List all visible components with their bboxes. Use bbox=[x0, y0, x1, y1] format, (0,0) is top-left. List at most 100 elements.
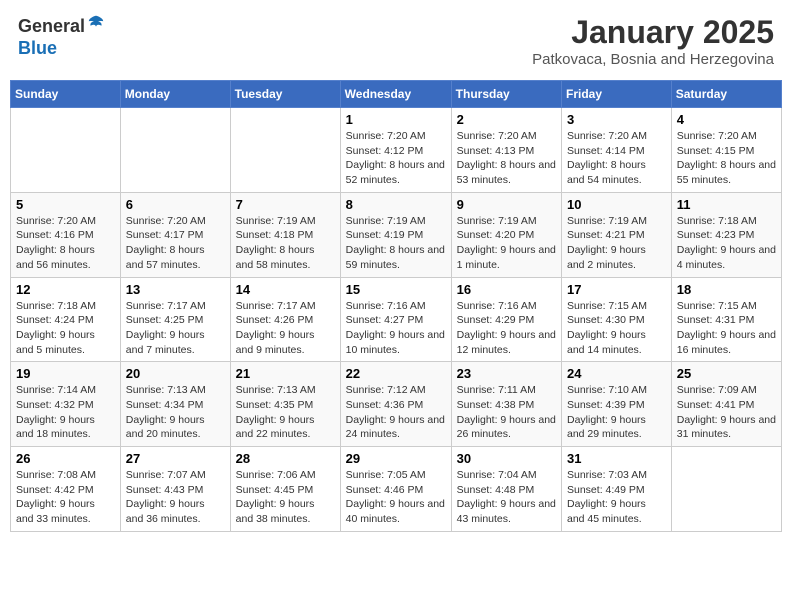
logo-bird-icon bbox=[87, 14, 105, 32]
day-info: Sunrise: 7:08 AM Sunset: 4:42 PM Dayligh… bbox=[16, 468, 115, 527]
calendar-cell bbox=[230, 108, 340, 193]
calendar-cell: 26 Sunrise: 7:08 AM Sunset: 4:42 PM Dayli… bbox=[11, 447, 121, 532]
day-info: Sunrise: 7:09 AM Sunset: 4:41 PM Dayligh… bbox=[677, 383, 776, 442]
day-info: Sunrise: 7:19 AM Sunset: 4:21 PM Dayligh… bbox=[567, 214, 666, 273]
day-info: Sunrise: 7:15 AM Sunset: 4:30 PM Dayligh… bbox=[567, 299, 666, 358]
day-number: 7 bbox=[236, 197, 335, 212]
calendar-week-3: 12 Sunrise: 7:18 AM Sunset: 4:24 PM Dayli… bbox=[11, 277, 782, 362]
day-number: 5 bbox=[16, 197, 115, 212]
day-info: Sunrise: 7:20 AM Sunset: 4:12 PM Dayligh… bbox=[346, 129, 446, 188]
calendar-cell: 28 Sunrise: 7:06 AM Sunset: 4:45 PM Dayli… bbox=[230, 447, 340, 532]
calendar-cell: 22Sunrise: 7:12 AM Sunset: 4:36 PM Dayli… bbox=[340, 362, 451, 447]
day-number: 8 bbox=[346, 197, 446, 212]
calendar-cell: 29 Sunrise: 7:05 AM Sunset: 4:46 PM Dayli… bbox=[340, 447, 451, 532]
day-number: 24 bbox=[567, 366, 666, 381]
day-number: 2 bbox=[457, 112, 556, 127]
day-info: Sunrise: 7:18 AM Sunset: 4:23 PM Dayligh… bbox=[677, 214, 776, 273]
day-info: Sunrise: 7:13 AM Sunset: 4:34 PM Dayligh… bbox=[126, 383, 225, 442]
calendar-week-1: 1 Sunrise: 7:20 AM Sunset: 4:12 PM Daylig… bbox=[11, 108, 782, 193]
day-info: Sunrise: 7:16 AM Sunset: 4:27 PM Dayligh… bbox=[346, 299, 446, 358]
day-header-monday: Monday bbox=[120, 81, 230, 108]
day-number: 11 bbox=[677, 197, 776, 212]
calendar-cell: 11 Sunrise: 7:18 AM Sunset: 4:23 PM Dayli… bbox=[671, 192, 781, 277]
day-number: 3 bbox=[567, 112, 666, 127]
day-info: Sunrise: 7:20 AM Sunset: 4:14 PM Dayligh… bbox=[567, 129, 666, 188]
calendar-cell: 9Sunrise: 7:19 AM Sunset: 4:20 PM Daylig… bbox=[451, 192, 561, 277]
calendar-cell: 1 Sunrise: 7:20 AM Sunset: 4:12 PM Daylig… bbox=[340, 108, 451, 193]
day-number: 18 bbox=[677, 282, 776, 297]
calendar-cell: 30Sunrise: 7:04 AM Sunset: 4:48 PM Dayli… bbox=[451, 447, 561, 532]
calendar-cell: 16Sunrise: 7:16 AM Sunset: 4:29 PM Dayli… bbox=[451, 277, 561, 362]
logo-blue: Blue bbox=[18, 38, 57, 58]
calendar-cell: 4Sunrise: 7:20 AM Sunset: 4:15 PM Daylig… bbox=[671, 108, 781, 193]
calendar-cell: 25Sunrise: 7:09 AM Sunset: 4:41 PM Dayli… bbox=[671, 362, 781, 447]
calendar-cell bbox=[120, 108, 230, 193]
calendar-cell: 27 Sunrise: 7:07 AM Sunset: 4:43 PM Dayli… bbox=[120, 447, 230, 532]
calendar-cell bbox=[11, 108, 121, 193]
day-number: 17 bbox=[567, 282, 666, 297]
calendar-cell: 31 Sunrise: 7:03 AM Sunset: 4:49 PM Dayli… bbox=[562, 447, 672, 532]
day-number: 31 bbox=[567, 451, 666, 466]
day-header-sunday: Sunday bbox=[11, 81, 121, 108]
day-info: Sunrise: 7:07 AM Sunset: 4:43 PM Dayligh… bbox=[126, 468, 225, 527]
day-info: Sunrise: 7:14 AM Sunset: 4:32 PM Dayligh… bbox=[16, 383, 115, 442]
calendar-table: SundayMondayTuesdayWednesdayThursdayFrid… bbox=[10, 80, 782, 532]
logo: General Blue bbox=[18, 14, 105, 59]
day-info: Sunrise: 7:19 AM Sunset: 4:19 PM Dayligh… bbox=[346, 214, 446, 273]
logo-text: General Blue bbox=[18, 14, 105, 59]
day-info: Sunrise: 7:18 AM Sunset: 4:24 PM Dayligh… bbox=[16, 299, 115, 358]
day-number: 19 bbox=[16, 366, 115, 381]
day-info: Sunrise: 7:10 AM Sunset: 4:39 PM Dayligh… bbox=[567, 383, 666, 442]
day-header-tuesday: Tuesday bbox=[230, 81, 340, 108]
calendar-cell: 6 Sunrise: 7:20 AM Sunset: 4:17 PM Daylig… bbox=[120, 192, 230, 277]
day-header-friday: Friday bbox=[562, 81, 672, 108]
location: Patkovaca, Bosnia and Herzegovina bbox=[532, 51, 774, 68]
calendar-cell: 12 Sunrise: 7:18 AM Sunset: 4:24 PM Dayli… bbox=[11, 277, 121, 362]
day-info: Sunrise: 7:06 AM Sunset: 4:45 PM Dayligh… bbox=[236, 468, 335, 527]
day-number: 26 bbox=[16, 451, 115, 466]
calendar-header-row: SundayMondayTuesdayWednesdayThursdayFrid… bbox=[11, 81, 782, 108]
calendar-cell: 13Sunrise: 7:17 AM Sunset: 4:25 PM Dayli… bbox=[120, 277, 230, 362]
day-header-wednesday: Wednesday bbox=[340, 81, 451, 108]
calendar-cell: 15 Sunrise: 7:16 AM Sunset: 4:27 PM Dayli… bbox=[340, 277, 451, 362]
day-header-thursday: Thursday bbox=[451, 81, 561, 108]
day-number: 21 bbox=[236, 366, 335, 381]
calendar-cell: 10 Sunrise: 7:19 AM Sunset: 4:21 PM Dayli… bbox=[562, 192, 672, 277]
day-info: Sunrise: 7:13 AM Sunset: 4:35 PM Dayligh… bbox=[236, 383, 335, 442]
day-info: Sunrise: 7:20 AM Sunset: 4:16 PM Dayligh… bbox=[16, 214, 115, 273]
calendar-cell: 8 Sunrise: 7:19 AM Sunset: 4:19 PM Daylig… bbox=[340, 192, 451, 277]
day-header-saturday: Saturday bbox=[671, 81, 781, 108]
calendar-cell: 17 Sunrise: 7:15 AM Sunset: 4:30 PM Dayli… bbox=[562, 277, 672, 362]
day-info: Sunrise: 7:19 AM Sunset: 4:18 PM Dayligh… bbox=[236, 214, 335, 273]
calendar-cell: 23Sunrise: 7:11 AM Sunset: 4:38 PM Dayli… bbox=[451, 362, 561, 447]
calendar-cell: 20Sunrise: 7:13 AM Sunset: 4:34 PM Dayli… bbox=[120, 362, 230, 447]
day-number: 14 bbox=[236, 282, 335, 297]
day-number: 15 bbox=[346, 282, 446, 297]
day-info: Sunrise: 7:03 AM Sunset: 4:49 PM Dayligh… bbox=[567, 468, 666, 527]
day-info: Sunrise: 7:17 AM Sunset: 4:25 PM Dayligh… bbox=[126, 299, 225, 358]
calendar-cell: 21 Sunrise: 7:13 AM Sunset: 4:35 PM Dayli… bbox=[230, 362, 340, 447]
calendar-cell: 7 Sunrise: 7:19 AM Sunset: 4:18 PM Daylig… bbox=[230, 192, 340, 277]
calendar-week-5: 26 Sunrise: 7:08 AM Sunset: 4:42 PM Dayli… bbox=[11, 447, 782, 532]
day-number: 23 bbox=[457, 366, 556, 381]
day-number: 29 bbox=[346, 451, 446, 466]
month-title: January 2025 bbox=[532, 14, 774, 51]
day-info: Sunrise: 7:20 AM Sunset: 4:17 PM Dayligh… bbox=[126, 214, 225, 273]
day-info: Sunrise: 7:05 AM Sunset: 4:46 PM Dayligh… bbox=[346, 468, 446, 527]
calendar-cell bbox=[671, 447, 781, 532]
day-number: 27 bbox=[126, 451, 225, 466]
day-info: Sunrise: 7:19 AM Sunset: 4:20 PM Dayligh… bbox=[457, 214, 556, 273]
day-number: 1 bbox=[346, 112, 446, 127]
page-header: General Blue January 2025 Patkovaca, Bos… bbox=[10, 10, 782, 72]
day-number: 6 bbox=[126, 197, 225, 212]
day-number: 10 bbox=[567, 197, 666, 212]
day-number: 22 bbox=[346, 366, 446, 381]
day-number: 12 bbox=[16, 282, 115, 297]
calendar-cell: 19 Sunrise: 7:14 AM Sunset: 4:32 PM Dayli… bbox=[11, 362, 121, 447]
calendar-cell: 5 Sunrise: 7:20 AM Sunset: 4:16 PM Daylig… bbox=[11, 192, 121, 277]
calendar-week-4: 19 Sunrise: 7:14 AM Sunset: 4:32 PM Dayli… bbox=[11, 362, 782, 447]
day-info: Sunrise: 7:15 AM Sunset: 4:31 PM Dayligh… bbox=[677, 299, 776, 358]
day-number: 16 bbox=[457, 282, 556, 297]
day-info: Sunrise: 7:17 AM Sunset: 4:26 PM Dayligh… bbox=[236, 299, 335, 358]
day-number: 28 bbox=[236, 451, 335, 466]
